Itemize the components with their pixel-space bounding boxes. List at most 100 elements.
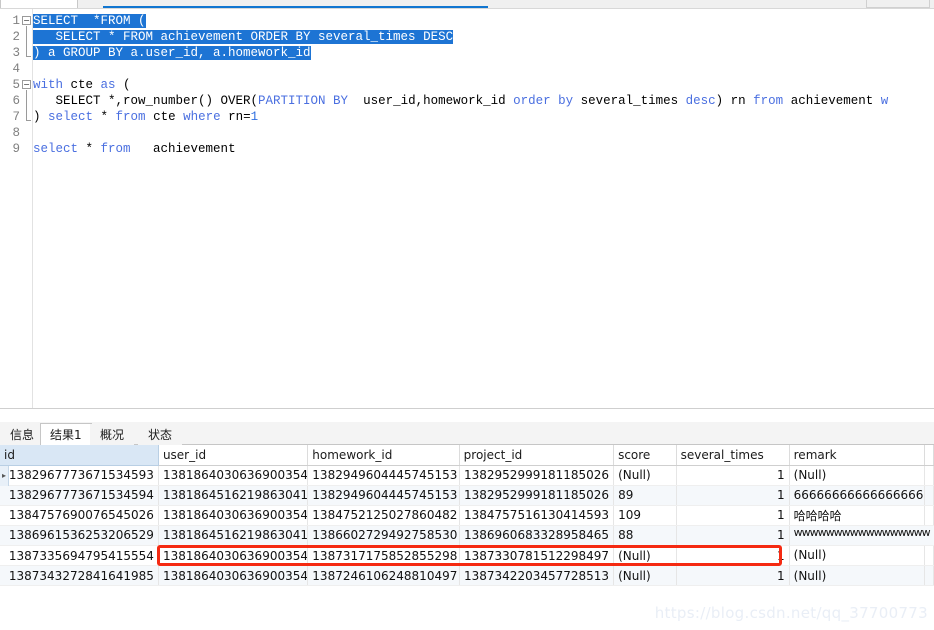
toolbar-strip: ▣ ▤ ▥ ▦ ▧ ▨ <box>0 0 934 9</box>
sql-keyword: order by <box>513 94 573 108</box>
sql-text: SELECT *,row_number() <box>33 94 221 108</box>
line-number: 4 <box>0 61 20 77</box>
code-line-5: with cte as ( <box>33 77 934 93</box>
code-line-6: SELECT *,row_number() OVER(PARTITION BY … <box>33 93 934 109</box>
cell-spacer <box>924 546 933 566</box>
line-number: 5 <box>0 77 20 93</box>
cell-user-id: 1381864516219863041 <box>158 485 307 505</box>
cell-several-times: 1 <box>676 566 789 586</box>
selected-text: SELECT * FROM achievement ORDER BY sever… <box>33 30 453 44</box>
cell-user-id: 1381864030636900354 <box>158 465 307 485</box>
cell-remark: (Null) <box>789 566 924 586</box>
cell-remark: (Null) <box>789 465 924 485</box>
cell-spacer <box>924 465 933 485</box>
code-line-8 <box>33 125 934 141</box>
tab-result1[interactable]: 结果1 <box>40 423 92 446</box>
fold-end-marker <box>26 120 31 121</box>
fold-guide-line <box>26 90 27 120</box>
column-header-spacer <box>924 445 933 465</box>
cell-project-id: 1387342203457728513 <box>459 566 613 586</box>
column-header-several-times[interactable]: several_times <box>676 445 789 465</box>
sql-client-window: ▣ ▤ ▥ ▦ ▧ ▨ 1 2 3 4 5 6 7 8 9 − − SELECT… <box>0 0 934 630</box>
cell-score: 89 <box>614 485 677 505</box>
tab-info[interactable]: 信息 <box>0 424 44 446</box>
tab-profile[interactable]: 概况 <box>90 424 134 446</box>
cell-several-times: 1 <box>676 485 789 505</box>
cell-homework-id: 1384752125027860482 <box>308 505 459 525</box>
table-header-row: id user_id homework_id project_id score … <box>0 445 934 465</box>
cell-homework-id: 1382949604445745153 <box>308 485 459 505</box>
sql-identifier: cte <box>63 78 101 92</box>
cell-user-id: 1381864516219863041 <box>158 525 307 546</box>
fold-guide-line <box>26 26 27 56</box>
code-line-4 <box>33 61 934 77</box>
pane-splitter[interactable] <box>0 408 934 422</box>
column-header-homework-id[interactable]: homework_id <box>308 445 459 465</box>
sql-text: OVER( <box>221 94 259 108</box>
cell-homework-id: 1386602729492758530 <box>308 525 459 546</box>
code-line-3: ) a GROUP BY a.user_id, a.homework_id <box>33 45 934 61</box>
column-header-score[interactable]: score <box>614 445 677 465</box>
result-tabbar: 信息 结果1 概况 状态 <box>0 422 934 445</box>
sql-text: cte <box>146 110 184 124</box>
cell-score: 88 <box>614 525 677 546</box>
fold-toggle-icon[interactable]: − <box>22 16 31 25</box>
table-row[interactable]: 1386961536253206529 1381864516219863041 … <box>0 525 934 546</box>
tab-status[interactable]: 状态 <box>138 424 182 446</box>
column-header-id[interactable]: id <box>0 445 158 465</box>
results-table: id user_id homework_id project_id score … <box>0 445 934 586</box>
cell-several-times: 1 <box>676 546 789 566</box>
cell-spacer <box>924 485 933 505</box>
cell-id: 1387343272841641985 <box>0 566 158 586</box>
sql-editor[interactable]: 1 2 3 4 5 6 7 8 9 − − SELECT *FROM ( SEL… <box>0 9 934 408</box>
line-number: 8 <box>0 125 20 141</box>
cell-project-id: 1387330781512298497 <box>459 546 613 566</box>
sql-text: ) rn <box>716 94 754 108</box>
fold-toggle-icon[interactable]: − <box>22 80 31 89</box>
column-header-remark[interactable]: remark <box>789 445 924 465</box>
column-header-project-id[interactable]: project_id <box>459 445 613 465</box>
toolbar-right-button[interactable] <box>866 0 930 8</box>
results-grid[interactable]: id user_id homework_id project_id score … <box>0 445 934 630</box>
table-row[interactable]: 1384757690076545026 1381864030636900354 … <box>0 505 934 525</box>
editor-document-tab[interactable]: ▣ ▤ ▥ ▦ ▧ ▨ <box>0 0 78 8</box>
table-row[interactable]: 1382967773671534594 1381864516219863041 … <box>0 485 934 505</box>
cell-user-id: 1381864030636900354 <box>158 546 307 566</box>
table-row[interactable]: 1387335694795415554 1381864030636900354 … <box>0 546 934 566</box>
code-area[interactable]: SELECT *FROM ( SELECT * FROM achievement… <box>33 9 934 408</box>
cell-remark: wwwwwwwwwwwwwwwww <box>790 526 934 546</box>
sql-keyword: from <box>753 94 783 108</box>
cell-id: 1387335694795415554 <box>0 546 158 566</box>
cell-user-id: 1381864030636900354 <box>158 566 307 586</box>
editor-gutter: 1 2 3 4 5 6 7 8 9 − − <box>0 9 33 408</box>
column-header-user-id[interactable]: user_id <box>158 445 307 465</box>
cell-id: 1382967773671534593 <box>0 465 158 485</box>
watermark: https://blog.csdn.net/qq_37700773 <box>655 604 928 622</box>
cell-spacer <box>924 505 933 525</box>
cell-user-id: 1381864030636900354 <box>158 505 307 525</box>
line-number: 7 <box>0 109 20 125</box>
sql-text: * <box>78 142 101 156</box>
cell-several-times: 1 <box>676 505 789 525</box>
cell-spacer <box>924 566 933 586</box>
table-row[interactable]: 1382967773671534593 1381864030636900354 … <box>0 465 934 485</box>
sql-text: user_id,homework_id <box>348 94 513 108</box>
line-number: 2 <box>0 29 20 45</box>
cell-project-id: 1382952999181185026 <box>459 465 613 485</box>
selected-text: ) a GROUP BY a.user_id, a.homework_id <box>33 46 311 60</box>
cell-project-id: 1382952999181185026 <box>459 485 613 505</box>
result-pane: 信息 结果1 概况 状态 id user_id homework_id proj… <box>0 408 934 630</box>
sql-keyword: as <box>101 78 116 92</box>
sql-keyword: where <box>183 110 221 124</box>
cell-project-id: 1386960683328958465 <box>459 525 613 546</box>
selected-text: SELECT *FROM ( <box>33 14 146 28</box>
table-row[interactable]: 1387343272841641985 1381864030636900354 … <box>0 566 934 586</box>
line-number: 1 <box>0 13 20 29</box>
cell-score: (Null) <box>614 546 677 566</box>
sql-text: several_times <box>573 94 686 108</box>
sql-text: ) <box>33 110 48 124</box>
sql-keyword: PARTITION BY <box>258 94 348 108</box>
cell-homework-id: 1387246106248810497 <box>308 566 459 586</box>
sql-text: rn= <box>221 110 251 124</box>
sql-text-clipped: w <box>881 94 889 108</box>
